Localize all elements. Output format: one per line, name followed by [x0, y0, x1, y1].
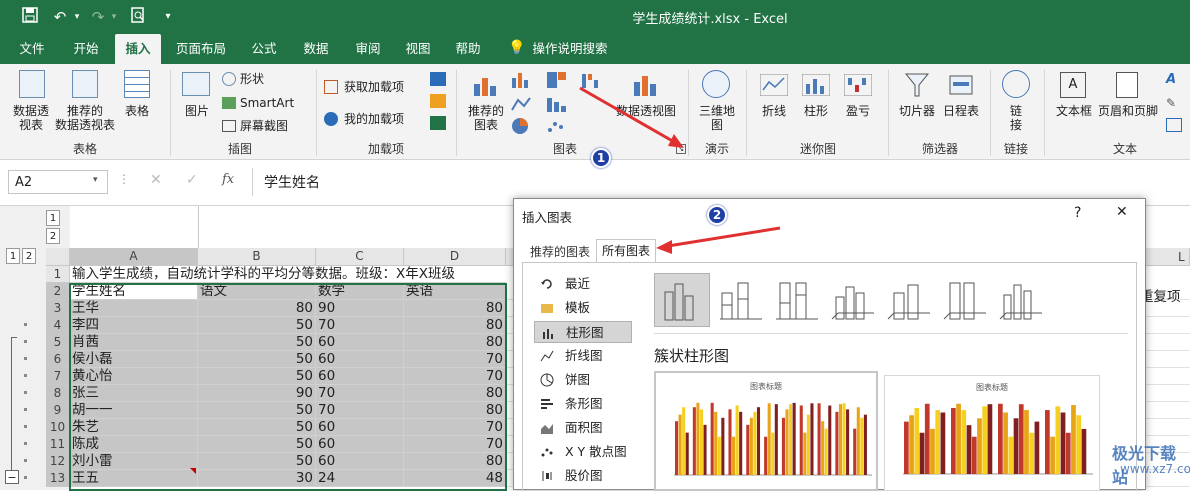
watermark-url: www.xz7.com [1120, 462, 1190, 476]
annotation-badge-2: 2 [707, 205, 727, 225]
annotation-overlay [579, 86, 781, 254]
annotation-badge-1: 1 [591, 148, 611, 168]
